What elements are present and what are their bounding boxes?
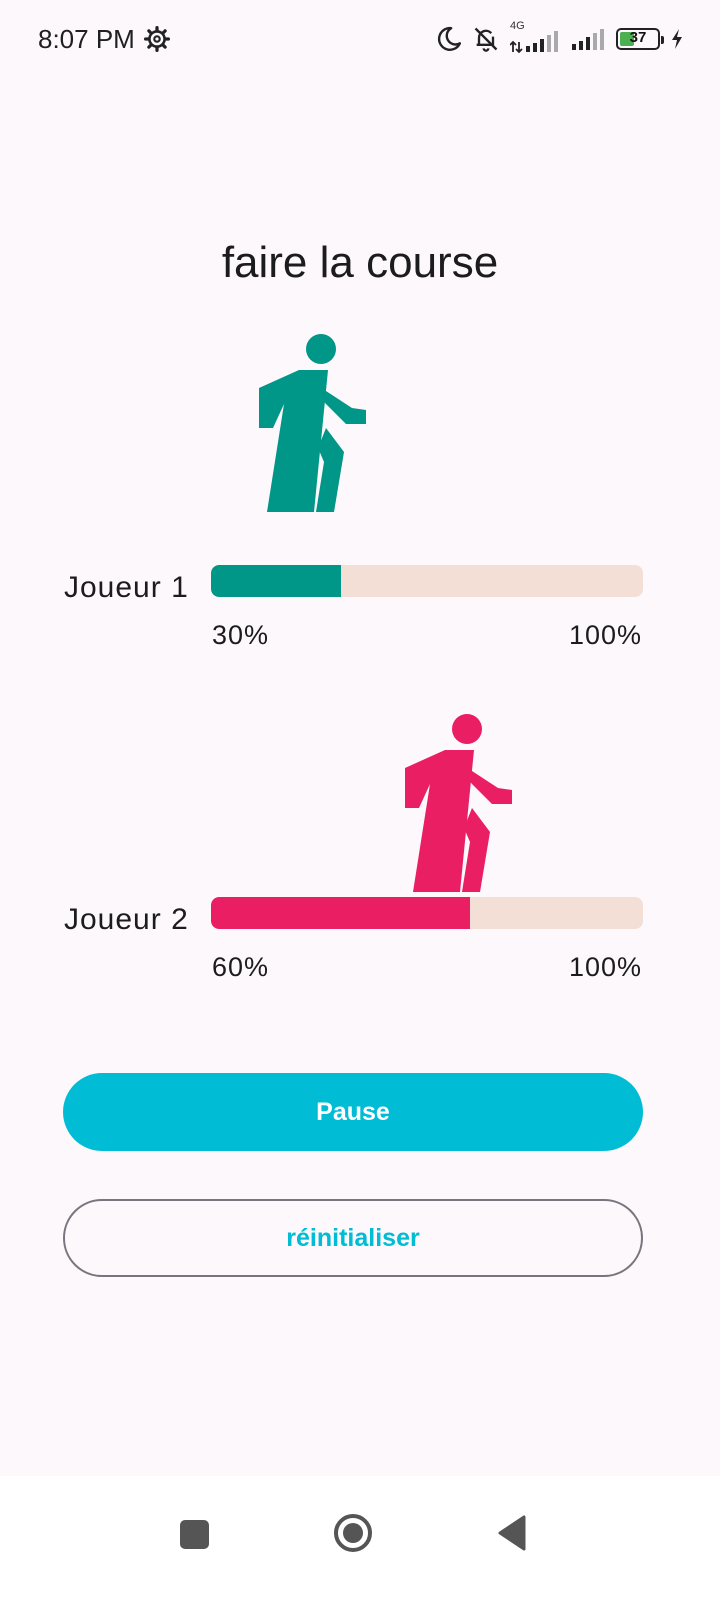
player-2-label: Joueur 2: [64, 903, 189, 936]
player-1-progress-max: 100%: [568, 620, 642, 650]
battery-text: 37: [629, 29, 647, 46]
pause-button[interactable]: Pause: [63, 1073, 643, 1151]
moon-icon: [436, 26, 462, 52]
gear-icon: [144, 26, 170, 52]
charging-icon: [670, 28, 684, 50]
player-1-progress-fill: [211, 565, 341, 597]
player-2-progress-max: 100%: [568, 952, 642, 982]
navigation-bar: [0, 1476, 720, 1600]
reset-button[interactable]: réinitialiser: [63, 1199, 643, 1277]
player-2-progress-fill: [211, 897, 471, 929]
walking-person-icon: [402, 712, 522, 892]
status-icons: 4G 37: [436, 20, 684, 56]
player-1-label: Joueur 1: [64, 571, 189, 604]
player-2-progress-bar: [211, 897, 643, 929]
walking-person-icon: [256, 332, 376, 512]
player-1-progress-value: 30%: [212, 620, 270, 650]
player-1-progress-bar: [211, 565, 643, 597]
status-time: 8:07 PM: [38, 24, 135, 54]
player-2-progress-value: 60%: [212, 952, 270, 982]
signal-icon: [570, 24, 606, 54]
bell-off-icon: [472, 25, 500, 53]
back-triangle-icon[interactable]: [496, 1514, 528, 1552]
battery-tip: [661, 36, 664, 44]
battery-icon: 37: [616, 28, 664, 50]
home-circle-icon[interactable]: [333, 1513, 373, 1553]
page-title: faire la course: [221, 238, 499, 287]
network-type: 4G: [510, 20, 525, 32]
signal-icon: 4G: [510, 20, 560, 56]
status-bar: 8:07 PM 4G 37: [0, 0, 720, 80]
recents-square-icon[interactable]: [180, 1520, 209, 1549]
